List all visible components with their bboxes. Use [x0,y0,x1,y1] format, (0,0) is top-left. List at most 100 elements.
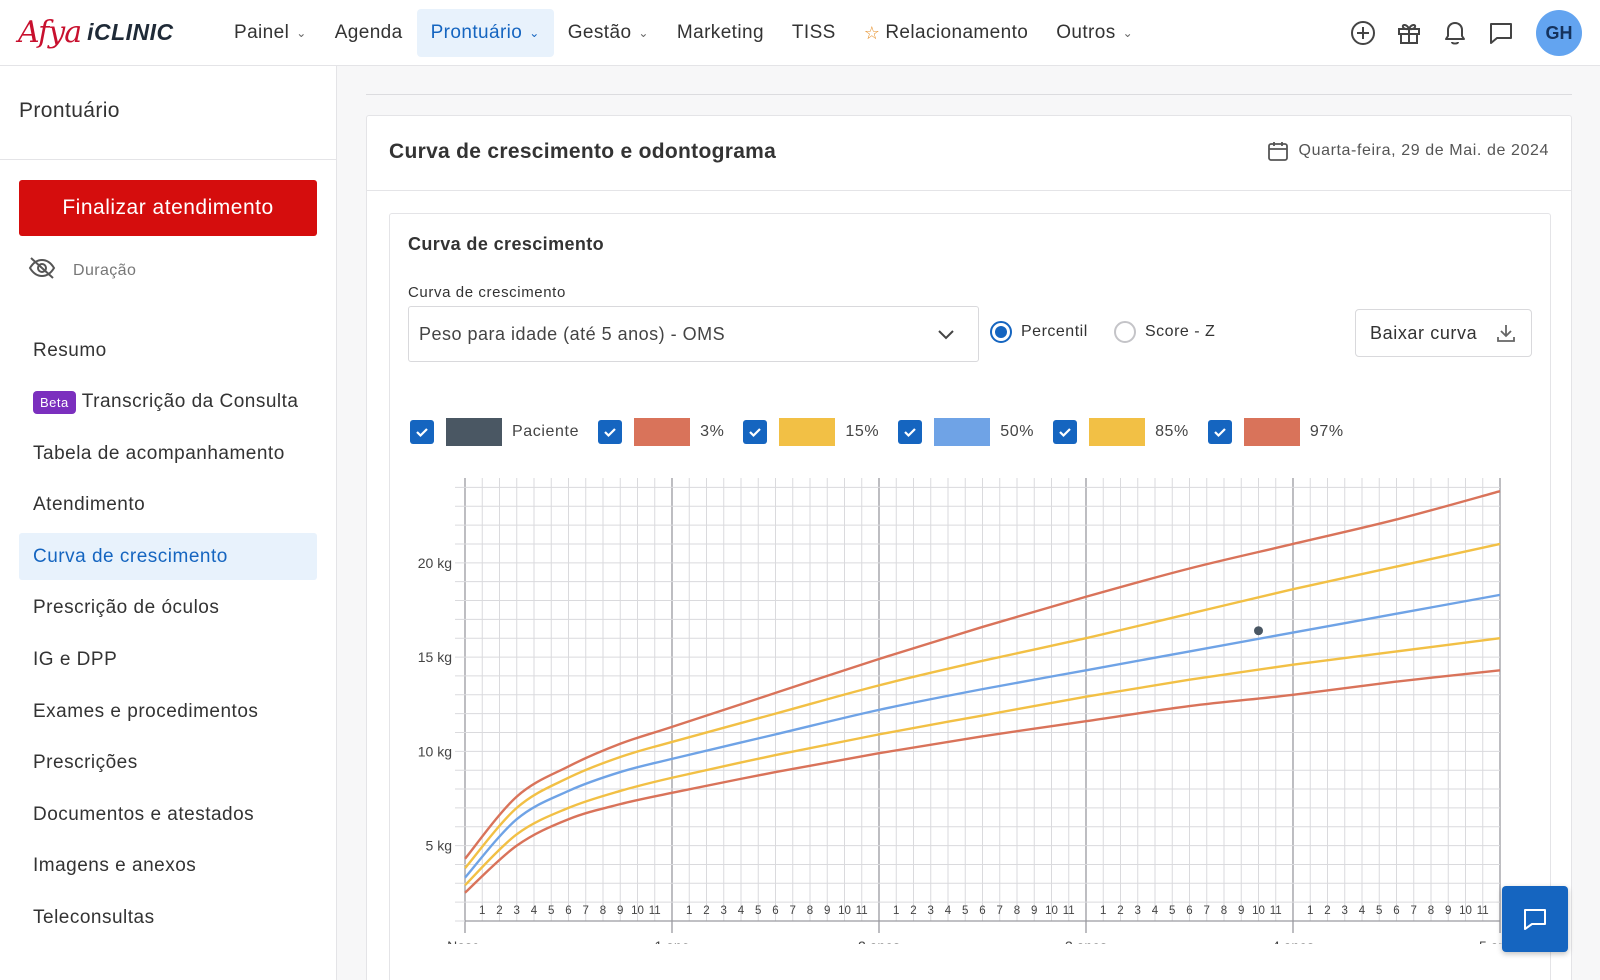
sidebar-title: Prontuário [19,99,120,122]
x-minor-tick-label: 7 [583,905,589,917]
finish-attendance-button[interactable]: Finalizar atendimento [19,180,317,236]
radio-dot [990,321,1012,343]
sidebar-item-ig-dpp[interactable]: IG e DPP [19,637,317,684]
nav-label: Painel [234,22,290,43]
x-minor-tick-label: 11 [1063,905,1075,917]
afya-iclinic-logo[interactable]: Afya iCLINIC [18,12,174,52]
sidebar-divider [0,159,337,160]
x-minor-tick-label: 1 [686,905,692,917]
sidebar-item-curva[interactable]: Curva de crescimento [19,533,317,581]
x-minor-tick-label: 5 [1376,905,1382,917]
checkbox[interactable] [598,420,623,444]
legend-swatch [1243,418,1300,446]
x-minor-tick-label: 11 [856,905,868,917]
x-minor-tick-label: 8 [600,905,606,917]
nav-item-painel[interactable]: Painel ⌄ [220,9,321,57]
x-minor-tick-label: 8 [1428,905,1434,917]
chevron-down-icon: ⌄ [1122,26,1134,40]
legend-item[interactable]: 85% [1053,418,1189,446]
x-minor-tick-label: 3 [514,905,520,917]
curve-select[interactable]: Peso para idade (até 5 anos) - OMS [408,306,979,362]
growth-section: Curva de crescimento Curva de cresciment… [389,213,1551,980]
nav-item-gestao[interactable]: Gestão ⌄ [554,9,663,57]
x-minor-tick-label: 4 [1152,905,1159,917]
sidebar-menu: Resumo Beta Transcrição da Consulta Tabel… [19,327,317,946]
sidebar-item-atendimento[interactable]: Atendimento [19,482,317,529]
radio-percentil[interactable]: Percentil [990,321,1088,343]
x-minor-tick-label: 2 [1324,905,1330,917]
radio-label: Percentil [1021,323,1088,340]
x-major-tick-label: 2 anos [858,938,900,944]
sidebar-item-transcricao[interactable]: Beta Transcrição da Consulta [19,379,317,426]
checkbox[interactable] [1207,420,1232,444]
x-major-tick-label: 1 ano [654,938,689,944]
chart-legend: Paciente 3% 15% 50% 85% 97% [410,418,1363,446]
x-minor-tick-label: 6 [979,905,985,917]
x-minor-tick-label: 10 [1252,905,1265,917]
star-icon: ☆ [863,22,881,43]
gift-icon[interactable] [1386,9,1432,57]
sidebar-item-label: Transcrição da Consulta [81,391,299,413]
card-title: Curva de crescimento e odontograma [389,140,777,163]
sidebar-item-documentos[interactable]: Documentos e atestados [19,791,317,838]
nav-item-prontuario[interactable]: Prontuário ⌄ [416,9,554,57]
sidebar-item-exames[interactable]: Exames e procedimentos [19,688,317,735]
x-minor-tick-label: 2 [496,905,502,917]
x-minor-tick-label: 4 [945,905,952,917]
x-minor-tick-label: 3 [1135,905,1141,917]
sidebar-item-label: Prescrição de óculos [33,597,220,619]
y-tick-label: 15 kg [418,649,452,665]
legend-item[interactable]: 3% [598,418,724,446]
nav-item-marketing[interactable]: Marketing [663,9,778,57]
x-minor-tick-label: 8 [1221,905,1227,917]
nav-label: Agenda [334,22,403,43]
x-minor-tick-label: 10 [631,905,644,917]
x-minor-tick-label: 8 [807,905,813,917]
sidebar-item-oculos[interactable]: Prescrição de óculos [19,585,317,632]
x-minor-tick-label: 2 [910,905,916,917]
sidebar-item-resumo[interactable]: Resumo [19,327,317,374]
chat-icon [1524,909,1546,930]
nav-item-relacionamento[interactable]: ☆ Relacionamento [850,9,1042,57]
checkbox[interactable] [1053,420,1078,444]
download-curve-button[interactable]: Baixar curva [1355,309,1532,357]
radio-score-z[interactable]: Score - Z [1114,321,1215,343]
x-minor-tick-label: 11 [1270,905,1282,917]
logo-iclinic: iCLINIC [87,18,174,45]
sidebar-item-label: Tabela de acompanhamento [33,442,285,464]
x-minor-tick-label: 4 [531,905,538,917]
avatar[interactable]: GH [1536,10,1582,56]
x-minor-tick-label: 8 [1014,905,1020,917]
x-minor-tick-label: 4 [738,905,745,917]
sidebar-item-prescricoes[interactable]: Prescrições [19,740,317,787]
sidebar-item-label: Exames e procedimentos [33,700,259,722]
sidebar-item-label: Resumo [33,339,107,361]
x-minor-tick-label: 5 [548,905,554,917]
nav-item-tiss[interactable]: TISS [778,9,850,57]
checkbox[interactable] [410,420,434,444]
add-circle-icon[interactable] [1340,9,1386,57]
x-minor-tick-label: 4 [1359,905,1366,917]
nav-item-outros[interactable]: Outros ⌄ [1042,9,1147,57]
legend-item[interactable]: 50% [898,418,1034,446]
sidebar-item-tabela[interactable]: Tabela de acompanhamento [19,430,317,477]
checkbox[interactable] [743,420,768,444]
y-tick-label: 20 kg [418,555,452,571]
legend-swatch [779,418,836,446]
sidebar-item-label: Teleconsultas [33,907,155,929]
chevron-down-icon: ⌄ [296,26,307,40]
download-icon [1497,325,1515,342]
chat-icon[interactable] [1478,9,1524,57]
sidebar-item-label: Prescrições [33,752,138,774]
sidebar-item-imagens[interactable]: Imagens e anexos [19,843,317,890]
sidebar-item-teleconsultas[interactable]: Teleconsultas [19,895,317,942]
duration-toggle[interactable]: Duração [28,256,136,285]
nav-item-agenda[interactable]: Agenda [321,9,417,57]
x-minor-tick-label: 11 [1477,905,1489,917]
legend-item[interactable]: Paciente [410,418,579,446]
checkbox[interactable] [898,420,923,444]
legend-item[interactable]: 97% [1207,418,1344,446]
legend-item[interactable]: 15% [743,418,879,446]
chat-button[interactable] [1502,886,1568,952]
bell-icon[interactable] [1432,9,1478,57]
